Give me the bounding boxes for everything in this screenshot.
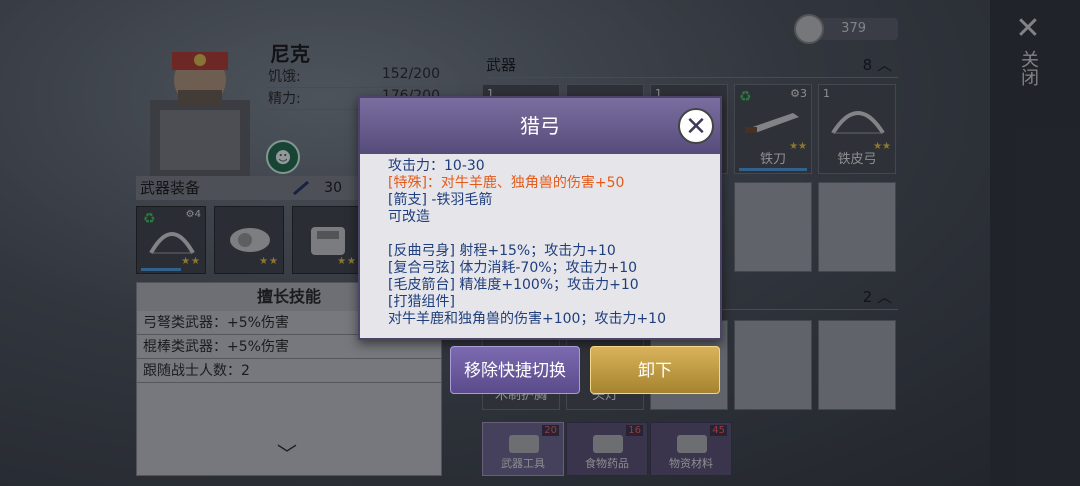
- arrow-line: [箭支] -铁羽毛箭: [388, 192, 493, 208]
- close-icon: ✕: [685, 112, 707, 142]
- mod-line: [反曲弓身] 射程+15%；攻击力+10: [388, 243, 616, 259]
- mod-line: 对牛羊鹿和独角兽的伤害+100；攻击力+10: [388, 311, 666, 327]
- attack-line: 攻击力：10-30: [388, 158, 485, 174]
- popup-close-button[interactable]: ✕: [678, 108, 714, 144]
- item-detail-popup: 猎弓 ✕ 攻击力：10-30 [特殊]：对牛羊鹿、独角兽的伤害+50 [箭支] …: [358, 96, 722, 340]
- unequip-button[interactable]: 卸下: [590, 346, 720, 394]
- popup-description: 攻击力：10-30 [特殊]：对牛羊鹿、独角兽的伤害+50 [箭支] -铁羽毛箭…: [360, 154, 720, 332]
- remove-shortcut-button[interactable]: 移除快捷切换: [450, 346, 580, 394]
- modifiable-line: 可改造: [388, 209, 430, 225]
- mod-line: [毛皮箭台] 精准度+100%；攻击力+10: [388, 277, 639, 293]
- mod-line: [复合弓弦] 体力消耗-70%；攻击力+10: [388, 260, 638, 276]
- mod-line: [打猎组件]: [388, 294, 455, 310]
- popup-title: 猎弓: [360, 98, 720, 154]
- special-line: [特殊]：对牛羊鹿、独角兽的伤害+50: [388, 175, 625, 191]
